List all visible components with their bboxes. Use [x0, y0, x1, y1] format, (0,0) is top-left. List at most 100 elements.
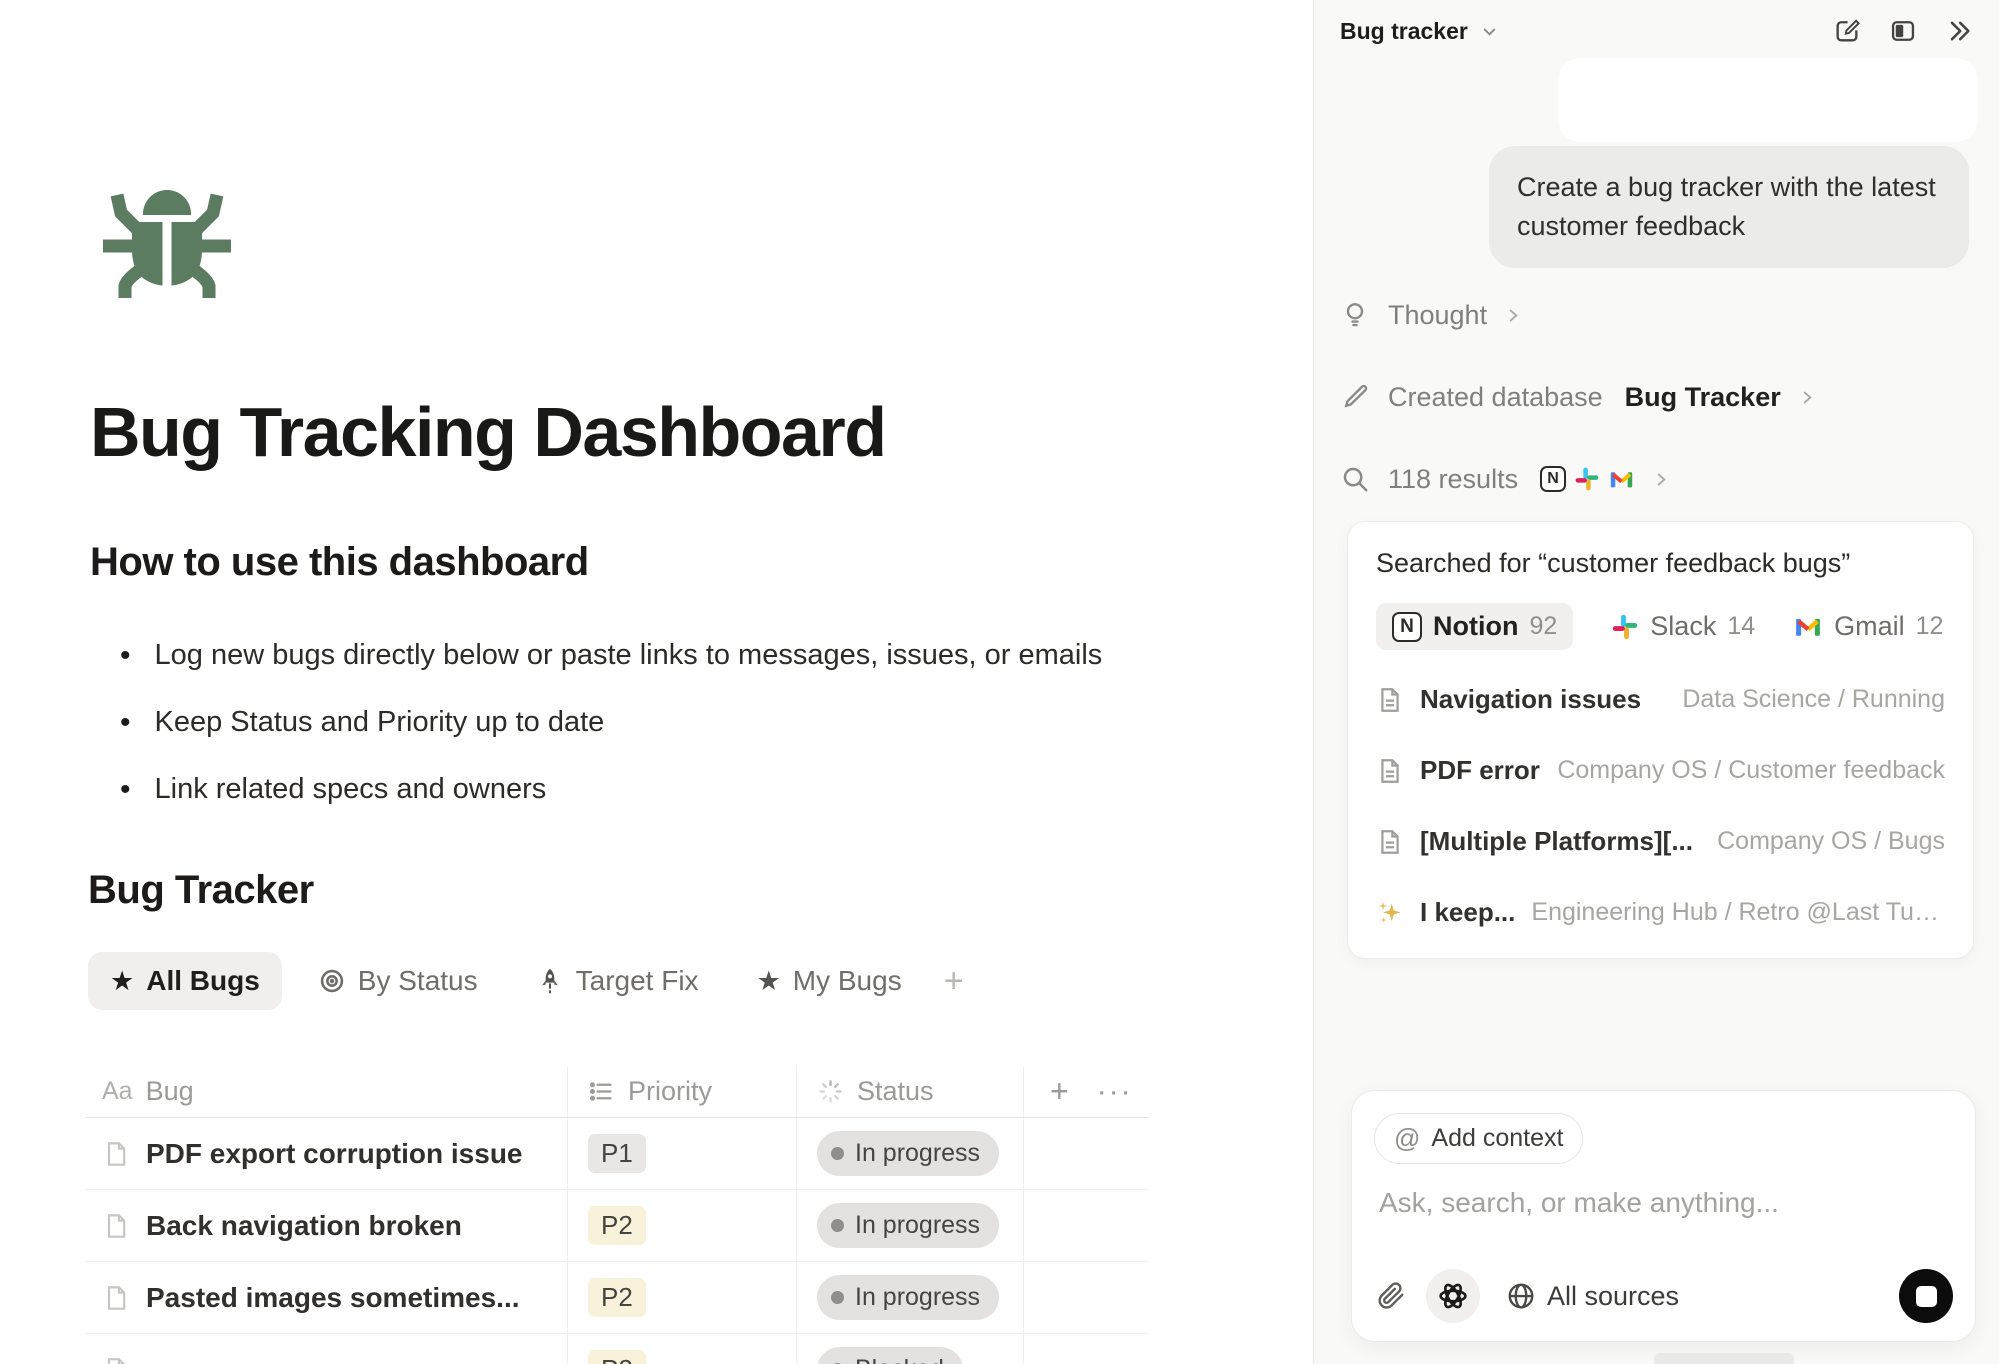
table-row-partial[interactable]: P2 Blocked: [86, 1334, 1148, 1364]
tracker-heading: Bug Tracker: [88, 868, 314, 913]
stop-button[interactable]: [1899, 1269, 1953, 1323]
status-spinner-icon: [817, 1078, 844, 1105]
pencil-icon: [1340, 382, 1370, 412]
document-icon: [1376, 828, 1404, 856]
source-tab-slack[interactable]: Slack 14: [1611, 611, 1755, 642]
column-header-status[interactable]: Status: [797, 1066, 1024, 1117]
priority-cell[interactable]: P2: [568, 1334, 797, 1364]
panel-header-actions: [1833, 17, 1973, 45]
chat-composer[interactable]: @ Add context Ask, search, or make anyth…: [1351, 1090, 1976, 1342]
panel-title[interactable]: Bug tracker: [1340, 18, 1468, 45]
status-label: In progress: [855, 1211, 980, 1240]
activity-search-results[interactable]: 118 results N: [1340, 438, 1974, 520]
table-row[interactable]: Back navigation broken P2 In progress: [86, 1190, 1148, 1262]
activity-thought[interactable]: Thought: [1340, 274, 1974, 356]
add-context-button[interactable]: @ Add context: [1374, 1113, 1583, 1164]
bug-title-cell[interactable]: PDF export corruption issue: [86, 1118, 568, 1189]
page-icon: [102, 1212, 130, 1240]
column-header-priority[interactable]: Priority: [568, 1066, 797, 1117]
priority-cell[interactable]: P2: [568, 1190, 797, 1261]
source-tab-label: Slack: [1650, 611, 1716, 642]
source-tab-count: 14: [1727, 612, 1755, 641]
page-icon: [102, 1356, 130, 1364]
add-context-label: Add context: [1431, 1124, 1563, 1153]
compose-icon[interactable]: [1833, 17, 1861, 45]
column-label: Bug: [146, 1076, 194, 1107]
priority-cell[interactable]: P1: [568, 1118, 797, 1189]
source-tabs: N Notion 92 Slack 14: [1376, 603, 1945, 650]
howto-list: Log new bugs directly below or paste lin…: [120, 622, 1102, 823]
database-view-tabs: ★ All Bugs By Status Target Fix ★: [88, 952, 964, 1010]
source-tab-notion[interactable]: N Notion 92: [1376, 603, 1573, 650]
composer-input[interactable]: Ask, search, or make anything...: [1379, 1187, 1779, 1219]
activity-created-database[interactable]: Created database Bug Tracker: [1340, 356, 1974, 438]
attachment-icon[interactable]: [1376, 1281, 1406, 1311]
empty-cell: [1024, 1190, 1148, 1261]
search-result-row[interactable]: [Multiple Platforms][... Company OS / Bu…: [1376, 806, 1945, 877]
partially-scrolled-message: [1558, 58, 1978, 142]
source-tab-gmail[interactable]: Gmail 12: [1793, 611, 1943, 642]
panel-toggle-icon[interactable]: [1889, 17, 1917, 45]
priority-badge: P1: [588, 1134, 646, 1173]
view-tab-target-fix[interactable]: Target Fix: [514, 952, 721, 1010]
notion-logo: N: [1392, 612, 1422, 642]
all-sources-label: All sources: [1547, 1281, 1679, 1312]
result-title: I keep...: [1420, 897, 1515, 928]
app-window: Bug Tracking Dashboard How to use this d…: [0, 0, 1999, 1364]
status-label: In progress: [855, 1283, 980, 1312]
add-view-button[interactable]: +: [944, 962, 964, 1001]
search-result-row[interactable]: Navigation issues Data Science / Running: [1376, 664, 1945, 735]
source-tab-count: 92: [1529, 612, 1557, 641]
add-column-button[interactable]: +: [1050, 1073, 1069, 1110]
model-selector[interactable]: [1426, 1269, 1480, 1323]
bug-title-cell[interactable]: Back navigation broken: [86, 1190, 568, 1261]
status-cell[interactable]: In progress: [797, 1118, 1024, 1189]
view-tab-by-status[interactable]: By Status: [296, 952, 500, 1010]
document-icon: [1376, 686, 1404, 714]
table-row[interactable]: PDF export corruption issue P1 In progre…: [86, 1118, 1148, 1190]
source-icons: N: [1540, 466, 1635, 493]
column-label: Status: [857, 1076, 934, 1107]
view-tab-all-bugs[interactable]: ★ All Bugs: [88, 952, 282, 1010]
search-result-row[interactable]: I keep... Engineering Hub / Retro @Last …: [1376, 877, 1945, 948]
page-icon: [102, 1140, 130, 1168]
ai-side-panel: Bug tracker Create a bug tracker with th…: [1313, 0, 1999, 1364]
howto-bullet: Keep Status and Priority up to date: [120, 689, 1102, 756]
source-tab-label: Notion: [1433, 611, 1518, 642]
source-tab-count: 12: [1916, 612, 1944, 641]
status-label: In progress: [855, 1139, 980, 1168]
activity-value: Bug Tracker: [1625, 382, 1781, 413]
status-cell[interactable]: In progress: [797, 1190, 1024, 1261]
target-icon: [318, 967, 346, 995]
result-breadcrumb: Data Science / Running: [1682, 685, 1945, 714]
table-more-button[interactable]: ···: [1097, 1075, 1133, 1109]
bug-title: PDF export corruption issue: [146, 1138, 523, 1170]
chevron-right-icon: [1505, 307, 1522, 324]
search-result-row[interactable]: PDF error Company OS / Customer feedback: [1376, 735, 1945, 806]
chevron-down-icon[interactable]: [1480, 22, 1499, 41]
table-row[interactable]: Pasted images sometimes... P2 In progres…: [86, 1262, 1148, 1334]
bug-page-icon: [100, 182, 234, 300]
bug-title-cell[interactable]: Pasted images sometimes...: [86, 1262, 568, 1333]
panel-header: Bug tracker: [1314, 0, 1999, 62]
bug-title-cell[interactable]: [86, 1334, 568, 1364]
result-breadcrumb: Company OS / Customer feedback: [1557, 756, 1945, 785]
all-sources-button[interactable]: All sources: [1506, 1281, 1679, 1312]
at-icon: @: [1394, 1123, 1420, 1154]
chevron-right-icon: [1653, 471, 1670, 488]
status-cell[interactable]: In progress: [797, 1262, 1024, 1333]
bug-title: Back navigation broken: [146, 1210, 462, 1242]
howto-heading: How to use this dashboard: [90, 540, 589, 585]
priority-cell[interactable]: P2: [568, 1262, 797, 1333]
double-chevron-right-icon[interactable]: [1945, 17, 1973, 45]
status-cell[interactable]: Blocked: [797, 1334, 1024, 1364]
list-icon: [588, 1078, 615, 1105]
view-tab-label: By Status: [358, 965, 478, 997]
view-tab-my-bugs[interactable]: ★ My Bugs: [735, 952, 924, 1010]
result-breadcrumb: Engineering Hub / Retro @Last Tue...: [1531, 898, 1945, 927]
status-dot-icon: [831, 1291, 844, 1304]
openai-logo: [1437, 1280, 1469, 1312]
table-header-actions: + ···: [1024, 1066, 1148, 1117]
slack-logo: [1611, 613, 1639, 641]
column-header-bug[interactable]: Aa Bug: [86, 1066, 568, 1117]
